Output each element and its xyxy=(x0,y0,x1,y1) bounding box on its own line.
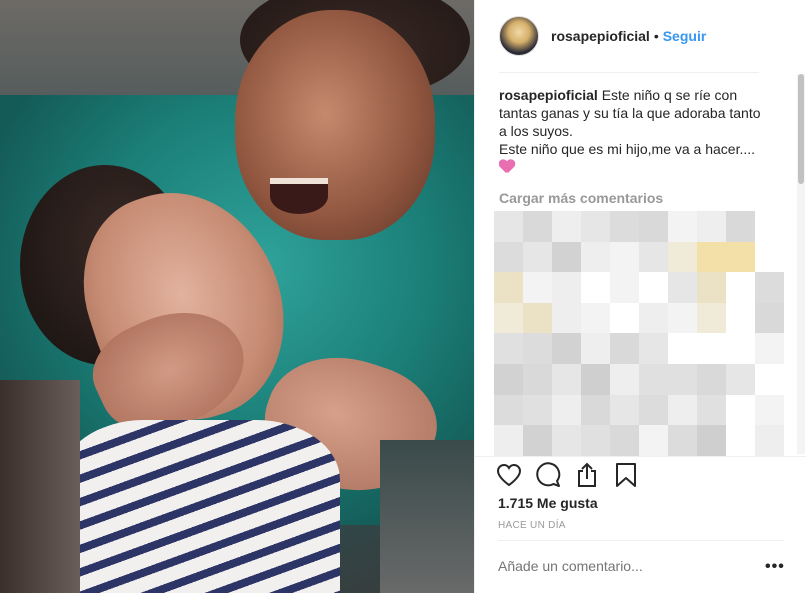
heart-outline-icon[interactable] xyxy=(494,460,524,490)
post-photo[interactable] xyxy=(0,0,474,593)
instagram-post: rosapepioficial • Seguir rosapepioficial… xyxy=(0,0,806,593)
bookmark-icon[interactable] xyxy=(611,460,641,490)
share-icon[interactable] xyxy=(572,460,602,490)
action-bar xyxy=(494,460,790,490)
likes-count[interactable]: 1.715 Me gusta xyxy=(498,495,598,511)
comments-scrollbar[interactable] xyxy=(797,74,805,454)
caption-text-line2: Este niño que es mi hijo,me va a hacer..… xyxy=(499,141,756,157)
header-divider xyxy=(499,72,759,73)
load-more-comments-button[interactable]: Cargar más comentarios xyxy=(499,190,769,206)
post-header: rosapepioficial • Seguir xyxy=(475,0,806,72)
post-timestamp: HACE UN DÍA xyxy=(498,520,566,531)
add-comment-input[interactable] xyxy=(498,558,738,574)
header-username[interactable]: rosapepioficial xyxy=(551,28,650,44)
caption-username[interactable]: rosapepioficial xyxy=(499,87,598,103)
sparkling-heart-emoji-icon xyxy=(499,160,515,174)
comment-box-divider xyxy=(498,540,784,541)
pixelated-comments-block xyxy=(494,211,784,456)
comment-bubble-icon[interactable] xyxy=(533,460,563,490)
more-options-icon[interactable]: ••• xyxy=(765,558,785,576)
post-caption: rosapepioficial Este niño q se ríe con t… xyxy=(499,86,769,178)
follow-button[interactable]: Seguir xyxy=(663,28,707,44)
header-separator: • xyxy=(653,28,659,44)
avatar[interactable] xyxy=(499,16,539,56)
scrollbar-thumb[interactable] xyxy=(798,74,804,184)
actions-divider xyxy=(474,456,806,457)
